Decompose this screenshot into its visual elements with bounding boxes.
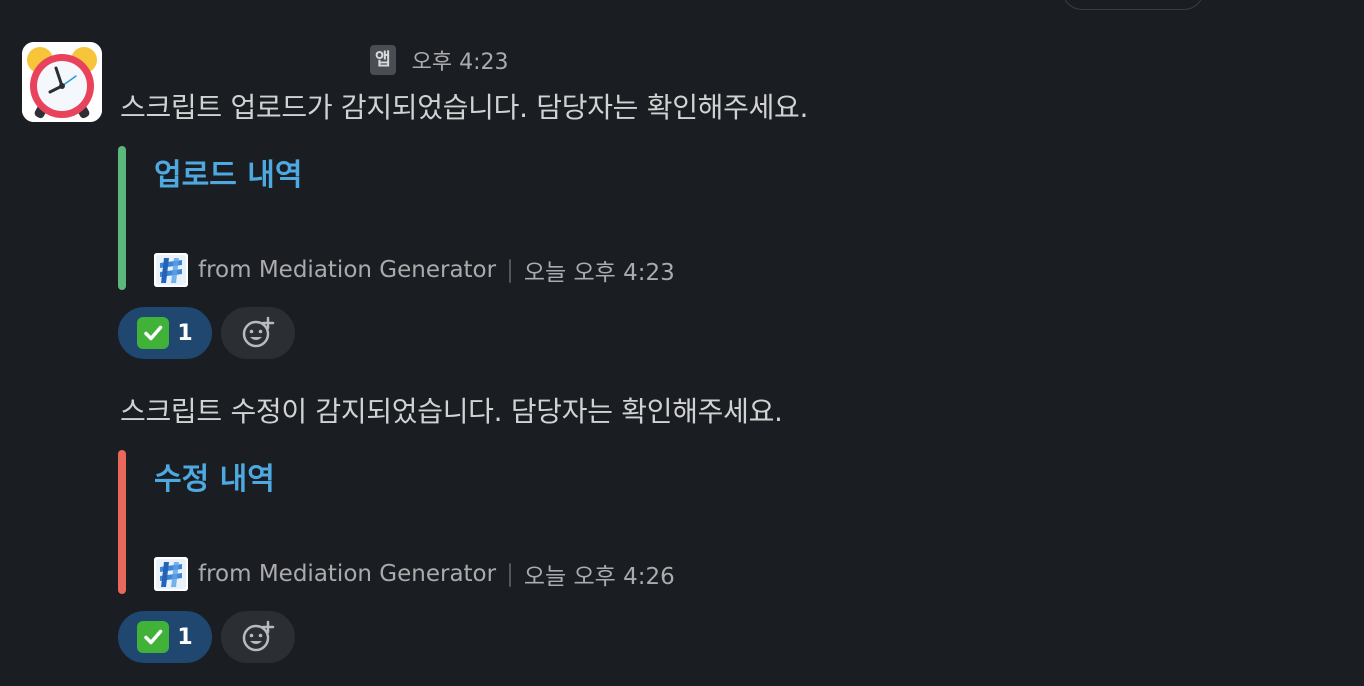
alarm-clock-icon [22,42,102,122]
app-badge: 앱 [370,45,396,75]
attachment-footer: from Mediation Generator | 오늘 오후 4:23 [154,252,675,288]
reaction-count: 1 [177,320,193,346]
add-emoji-icon [242,620,275,652]
slack-channel-view: 앱 오후 4:23 스크립트 업로드가 감지되었습니다. 담당자는 확인해주세요… [0,0,1364,686]
reaction-check[interactable]: 1 [118,307,212,359]
mediation-generator-icon [154,557,188,591]
add-emoji-icon [242,316,275,348]
message-text: 스크립트 수정이 감지되었습니다. 담당자는 확인해주세요. [120,395,783,428]
reaction-count: 1 [177,624,193,650]
message-header: 앱 오후 4:23 [370,42,509,78]
mediation-generator-icon [154,253,188,287]
attachment-footer-time[interactable]: 오늘 오후 4:23 [524,253,675,287]
attachment-color-bar [118,450,126,594]
reaction-bar: 1 [118,307,295,359]
attachment-footer-source: from Mediation Generator [198,257,497,283]
attachment-color-bar [118,146,126,290]
footer-divider: | [506,257,514,283]
app-avatar[interactable] [22,42,102,122]
new-messages-pill[interactable] [1062,0,1204,10]
add-reaction-button[interactable] [221,611,295,663]
white-check-mark-icon [137,621,170,653]
message-text: 스크립트 업로드가 감지되었습니다. 담당자는 확인해주세요. [120,91,809,124]
reaction-check[interactable]: 1 [118,611,212,663]
footer-divider: | [506,561,514,587]
message-timestamp[interactable]: 오후 4:23 [412,44,509,76]
attachment-footer-time[interactable]: 오늘 오후 4:26 [524,557,675,591]
white-check-mark-icon [137,317,170,349]
attachment-card: 수정 내역 from Mediation Generator | 오늘 오후 4… [118,450,718,594]
attachment-title-link[interactable]: 업로드 내역 [154,150,302,194]
add-reaction-button[interactable] [221,307,295,359]
attachment-card: 업로드 내역 from Mediation Generator | 오늘 오후 … [118,146,718,290]
attachment-title-link[interactable]: 수정 내역 [154,454,275,498]
attachment-footer-source: from Mediation Generator [198,561,497,587]
reaction-bar: 1 [118,611,295,663]
attachment-footer: from Mediation Generator | 오늘 오후 4:26 [154,556,675,592]
